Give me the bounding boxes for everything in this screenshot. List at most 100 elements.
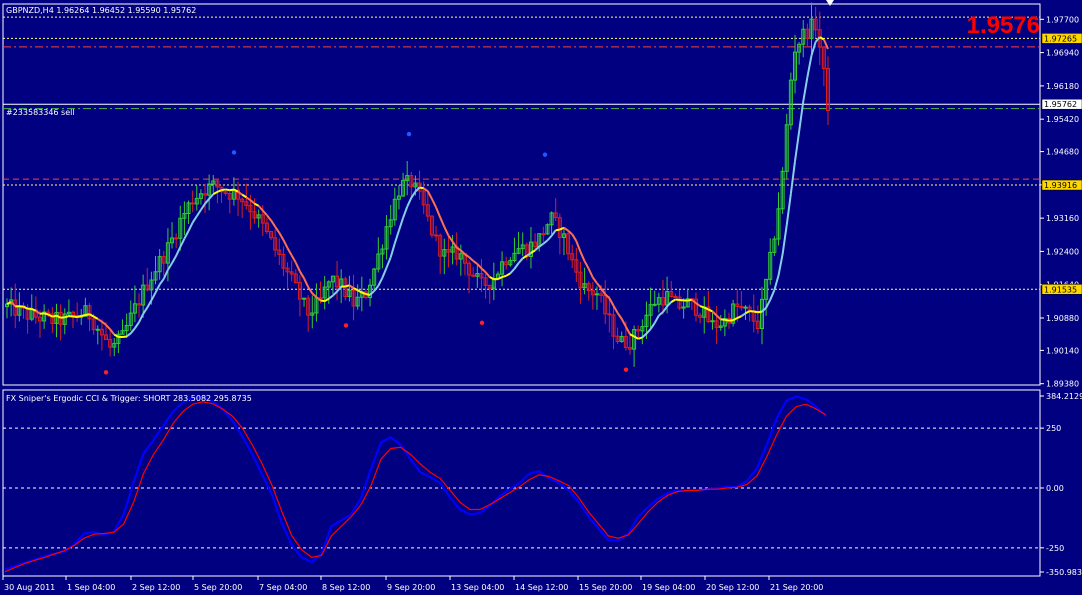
ma-segment xyxy=(484,271,491,278)
ma-segment xyxy=(150,292,157,301)
ma-segment xyxy=(472,260,478,265)
ma-segment xyxy=(703,306,709,311)
ma-segment xyxy=(620,318,627,328)
ma-segment xyxy=(146,299,153,309)
price-badge-label: 1.93916 xyxy=(1044,181,1077,190)
ma-segment xyxy=(357,289,363,294)
ma-segment xyxy=(670,298,676,303)
ma-segment xyxy=(200,203,206,211)
ma-segment xyxy=(666,301,672,308)
ma-segment xyxy=(596,282,602,289)
ma-segment xyxy=(550,229,557,237)
ma-segment xyxy=(126,332,132,338)
ma-segment xyxy=(724,318,730,322)
ma-segment xyxy=(47,313,53,318)
ma-segment xyxy=(31,307,37,312)
ma-segment xyxy=(641,332,648,339)
ma-segment xyxy=(402,206,409,219)
ma-segment xyxy=(794,131,801,162)
ma-segment xyxy=(736,315,742,319)
ma-segment xyxy=(361,291,367,296)
time-axis-label: 7 Sep 04:00 xyxy=(259,583,307,592)
ma-segment xyxy=(270,219,277,228)
ma-segment xyxy=(546,235,553,242)
ma-segment xyxy=(85,313,90,317)
ma-segment xyxy=(765,299,772,309)
ma-segment xyxy=(303,277,310,288)
indicator-axis-label: 384.2129 xyxy=(1046,392,1082,401)
ma-segment xyxy=(307,286,314,294)
ma-segment xyxy=(777,253,784,276)
ma-segment xyxy=(254,202,260,207)
time-axis-label: 2 Sep 12:00 xyxy=(132,583,180,592)
ma-segment xyxy=(509,268,516,275)
ma-segment xyxy=(497,276,503,281)
buy-signal-dot xyxy=(343,323,349,328)
sell-signal-dot xyxy=(542,152,548,157)
price-axis-label: 1.97700 xyxy=(1046,15,1079,24)
cci-trigger-series xyxy=(4,401,827,573)
buy-signal-dot xyxy=(103,370,109,375)
ma-segment xyxy=(225,188,230,192)
ma-segment xyxy=(715,314,722,321)
ma-segment xyxy=(229,188,235,192)
ma-segment xyxy=(563,226,569,232)
ma-segment xyxy=(158,278,165,286)
ma-segment xyxy=(555,228,560,232)
big-price-label: 1.9576 xyxy=(967,12,1040,39)
indicator-axis-label: 250 xyxy=(1046,424,1061,433)
ma-segment xyxy=(142,307,149,315)
ma-segment xyxy=(406,197,413,208)
price-axis-label: 1.95420 xyxy=(1046,115,1079,124)
ma-segment xyxy=(489,276,495,281)
ma-segment xyxy=(294,262,301,272)
ma-segment xyxy=(162,269,169,280)
time-axis-label: 21 Sep 20:00 xyxy=(770,583,823,592)
ma-segment xyxy=(191,215,198,224)
grid-layer xyxy=(2,3,1041,577)
ma-segment xyxy=(245,196,251,201)
ma-segment xyxy=(377,277,384,287)
chart-canvas[interactable]: 1.97700 1.96940 1.96180 1.95420 1.94680 1.939… xyxy=(0,0,1082,595)
time-axis-label: 14 Sep 12:00 xyxy=(515,583,568,592)
price-badge-label: 1.97265 xyxy=(1044,34,1077,43)
ma-segment xyxy=(175,246,182,257)
ma-segment xyxy=(35,309,41,315)
ma-segment xyxy=(798,101,805,132)
buy-signal-dot xyxy=(479,320,485,326)
ma-segment xyxy=(221,188,226,192)
ma-segment xyxy=(538,242,544,248)
moving-average-layer xyxy=(6,36,829,340)
ma-segment xyxy=(320,299,325,303)
ma-segment xyxy=(769,289,776,301)
ma-segment xyxy=(389,243,396,258)
ma-segment xyxy=(559,226,565,231)
ma-segment xyxy=(113,333,119,338)
candle-body xyxy=(541,233,546,236)
ma-segment xyxy=(122,335,127,338)
ma-segment xyxy=(195,209,202,217)
ma-segment xyxy=(381,267,388,279)
ma-segment xyxy=(740,312,747,317)
ma-segment xyxy=(43,312,49,316)
ma-segment xyxy=(526,252,532,257)
ma-segment xyxy=(187,222,194,232)
time-axis-label: 20 Sep 12:00 xyxy=(706,583,759,592)
ma-segment xyxy=(385,256,392,268)
ma-segment xyxy=(431,198,437,208)
ma-segment xyxy=(608,297,615,307)
ma-segment xyxy=(64,315,70,319)
price-axis-label: 1.96180 xyxy=(1046,82,1079,91)
ma-segment xyxy=(579,251,586,262)
ma-segment xyxy=(789,161,796,194)
ma-segment xyxy=(89,313,95,318)
ma-segment xyxy=(753,310,759,314)
ma-segment xyxy=(76,315,82,318)
ma-segment xyxy=(266,214,272,221)
chart-shift-marker[interactable] xyxy=(826,0,834,6)
price-axis-label: 1.89380 xyxy=(1046,380,1079,389)
candles-layer xyxy=(5,2,830,367)
ma-segment xyxy=(616,312,623,320)
ma-segment xyxy=(129,327,136,334)
time-axis-label: 30 Aug 2011 xyxy=(4,583,55,592)
